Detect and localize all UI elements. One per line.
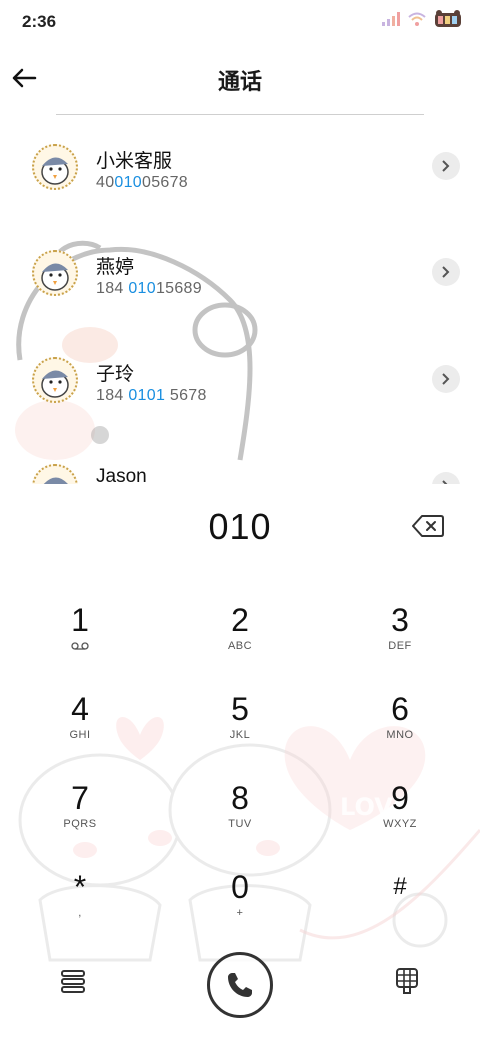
dial-input-display[interactable]: 010 xyxy=(0,506,480,548)
key-9[interactable]: 9 WXYZ xyxy=(340,780,460,860)
key-digit: 6 xyxy=(391,691,409,727)
contact-name: 燕婷 xyxy=(96,257,135,278)
key-0[interactable]: 0 + xyxy=(180,869,300,949)
contact-number: 184 01015689 xyxy=(96,280,202,297)
contact-name: Jason xyxy=(96,466,147,484)
key-digit: 8 xyxy=(231,780,249,816)
avatar-bird-icon xyxy=(41,370,69,398)
header: 通话 xyxy=(0,44,480,114)
key-letters: TUV xyxy=(228,818,252,830)
key-7[interactable]: 7 PQRS xyxy=(20,780,140,860)
key-digit: 7 xyxy=(71,780,89,816)
key-letters: + xyxy=(236,907,244,919)
key-digit: * xyxy=(73,869,87,905)
contact-list: 小米客服 4001005678 燕婷 184 01015689 子玲 184 0… xyxy=(0,116,480,484)
chevron-right-icon xyxy=(442,160,450,172)
key-digit: # xyxy=(393,873,407,900)
key-5[interactable]: 5 JKL xyxy=(180,691,300,771)
key-6[interactable]: 6 MNO xyxy=(340,691,460,771)
avatar xyxy=(32,250,78,296)
backspace-button[interactable] xyxy=(410,512,446,540)
avatar xyxy=(32,144,78,190)
contact-detail-button[interactable] xyxy=(432,258,460,286)
page-title: 通话 xyxy=(217,69,262,94)
dialer-panel: 010 1 2 ABC 3 DEF 4 GHI 5 JKL 6 MNO 7 PQ… xyxy=(0,484,480,1040)
contact-number: 4001005678 xyxy=(96,174,189,191)
header-divider xyxy=(56,114,424,115)
key-digit: 5 xyxy=(231,691,249,727)
key-letters: , xyxy=(78,907,82,919)
avatar-bird-icon xyxy=(41,157,69,185)
avatar xyxy=(32,357,78,403)
status-icons xyxy=(382,10,462,28)
key-letters: ABC xyxy=(227,640,253,652)
key-star[interactable]: * , xyxy=(20,869,140,949)
key-hash[interactable]: # xyxy=(340,869,460,949)
key-letters: JKL xyxy=(229,729,251,741)
key-letters: GHI xyxy=(69,729,91,741)
avatar-bird-icon xyxy=(41,263,69,291)
status-bar: 2:36 xyxy=(0,0,480,44)
key-letters: MNO xyxy=(386,729,414,741)
phone-icon xyxy=(228,973,252,997)
menu-button[interactable] xyxy=(58,966,88,996)
keypad-icon xyxy=(396,968,418,994)
contact-item[interactable]: 小米客服 4001005678 xyxy=(0,116,480,216)
signal-icon xyxy=(382,12,400,26)
contact-number: 184 0101 5678 xyxy=(96,387,207,404)
key-digit: 0 xyxy=(231,869,249,905)
contact-detail-button[interactable] xyxy=(432,472,460,484)
key-digit: 3 xyxy=(391,602,409,638)
key-digit: 9 xyxy=(391,780,409,816)
contact-name: 小米客服 xyxy=(96,151,173,172)
keypad-toggle-button[interactable] xyxy=(392,966,422,996)
avatar-bird-icon xyxy=(43,477,68,484)
contact-detail-button[interactable] xyxy=(432,152,460,180)
key-3[interactable]: 3 DEF xyxy=(340,602,460,682)
status-time: 2:36 xyxy=(22,12,57,31)
key-1[interactable]: 1 xyxy=(20,602,140,682)
key-letters: PQRS xyxy=(63,818,97,830)
voicemail-icon xyxy=(71,642,89,650)
dialer-bottom-bar xyxy=(0,952,480,1022)
contact-item[interactable]: Jason xyxy=(0,436,480,484)
call-button[interactable] xyxy=(207,952,273,1018)
contact-item[interactable]: 燕婷 184 01015689 xyxy=(0,222,480,322)
key-digit: 1 xyxy=(71,602,89,638)
battery-icon xyxy=(435,10,461,27)
key-digit: 4 xyxy=(71,691,89,727)
key-4[interactable]: 4 GHI xyxy=(20,691,140,771)
key-8[interactable]: 8 TUV xyxy=(180,780,300,860)
menu-icon xyxy=(61,970,85,993)
contact-item[interactable]: 子玲 184 0101 5678 xyxy=(0,329,480,429)
key-letters: WXYZ xyxy=(383,818,417,830)
contact-detail-button[interactable] xyxy=(432,365,460,393)
key-letters: DEF xyxy=(388,640,412,652)
contact-name: 子玲 xyxy=(96,364,135,385)
key-2[interactable]: 2 ABC xyxy=(180,602,300,682)
avatar xyxy=(32,464,78,484)
key-digit: 2 xyxy=(231,602,249,638)
wifi-icon xyxy=(408,12,426,26)
chevron-right-icon xyxy=(442,373,450,385)
chevron-right-icon xyxy=(442,266,450,278)
backspace-icon xyxy=(412,515,444,537)
